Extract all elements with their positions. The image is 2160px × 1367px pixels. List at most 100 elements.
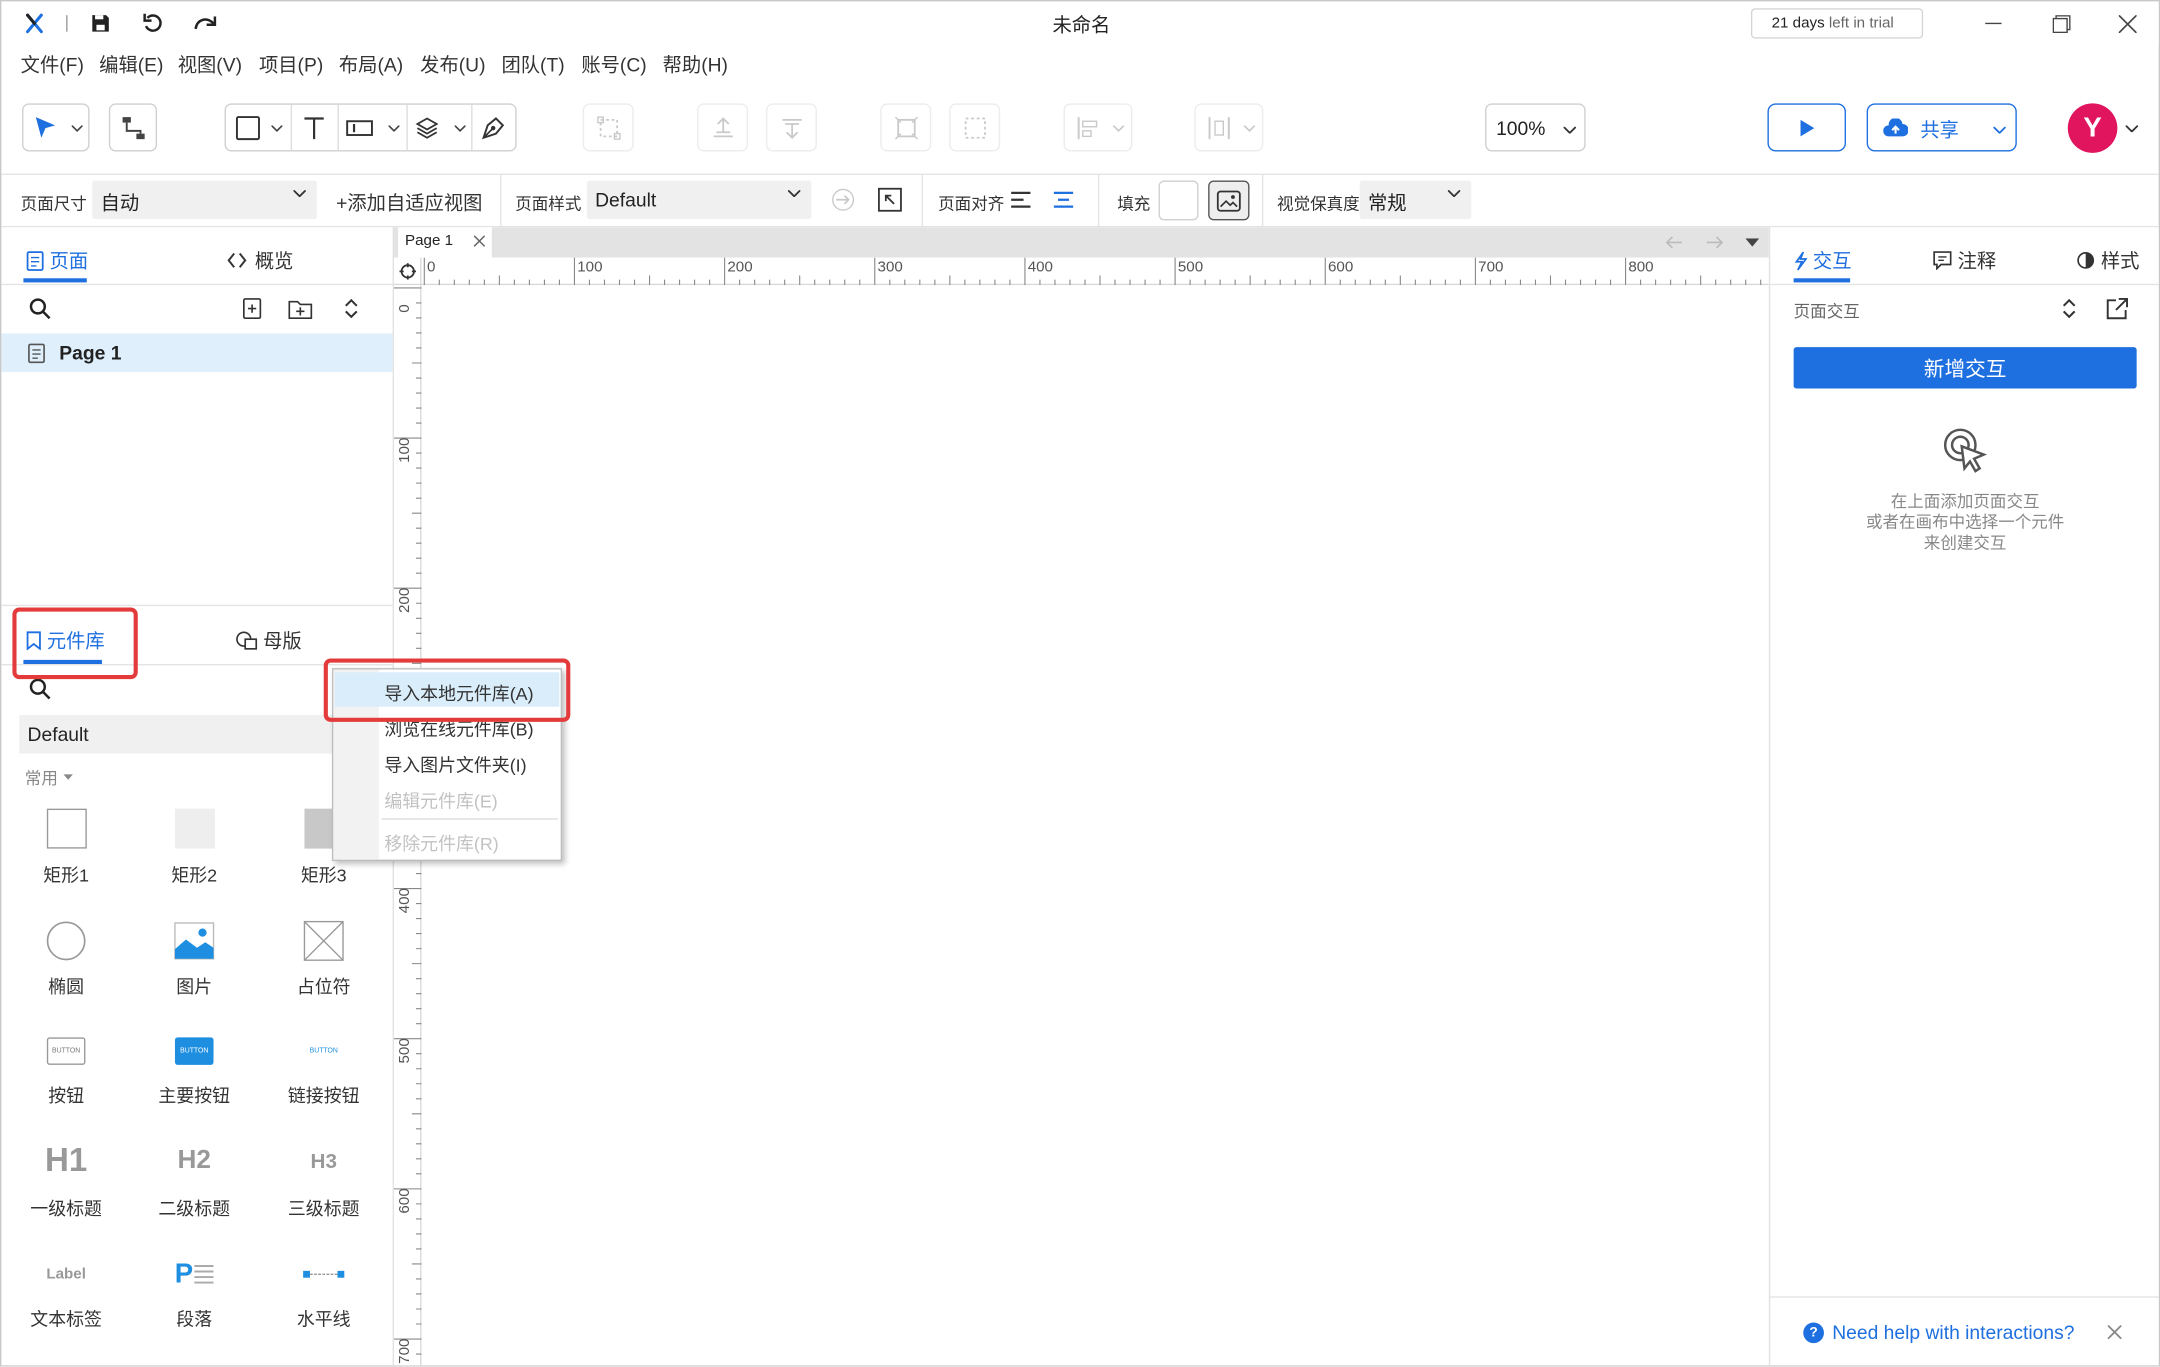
library-select[interactable]: Default (19, 714, 350, 754)
save-icon[interactable] (87, 10, 115, 38)
primary-button-preview: BUTTON (146, 1035, 242, 1068)
layers-icon[interactable] (413, 114, 441, 142)
menu-account[interactable]: 账号(C) (581, 51, 646, 79)
share-button[interactable]: 共享 (1866, 103, 2017, 152)
page-size-select[interactable]: 自动 (92, 180, 317, 220)
widget-heading1[interactable]: H1 一级标题 (18, 1142, 114, 1221)
group-button[interactable] (582, 103, 634, 152)
widget-paragraph[interactable]: P 段落 (146, 1255, 242, 1331)
close-window-icon[interactable] (2113, 10, 2141, 38)
v-ruler-label: 100 (396, 437, 414, 463)
fill-color-swatch[interactable] (1158, 180, 1199, 221)
page-tab[interactable]: Page 1 (398, 227, 492, 258)
new-interaction-button[interactable]: 新增交互 (1793, 347, 2137, 389)
connector-tool-button[interactable] (108, 103, 158, 152)
align-center-icon[interactable] (1050, 186, 1078, 214)
select-tool-button[interactable] (22, 103, 90, 152)
design-canvas[interactable] (421, 285, 1769, 1366)
widget-placeholder[interactable]: 占位符 (276, 919, 372, 999)
rectangle-icon[interactable] (234, 114, 262, 142)
fill-image-button[interactable] (1208, 180, 1250, 221)
align-button[interactable] (1063, 103, 1133, 152)
menu-import-image-folder[interactable]: 导入图片文件夹(I) (384, 751, 526, 777)
menu-publish[interactable]: 发布(U) (420, 51, 485, 79)
add-folder-icon[interactable] (287, 295, 315, 323)
chevron-down-icon[interactable] (453, 121, 467, 135)
widget-button[interactable]: BUTTON 按钮 (18, 1035, 114, 1108)
bring-front-button[interactable] (697, 103, 749, 152)
tab-outline[interactable]: 概览 (227, 247, 293, 275)
expand-collapse-icon[interactable] (2057, 295, 2082, 323)
text-tool-icon[interactable] (300, 114, 328, 142)
undo-icon[interactable] (139, 10, 167, 38)
apply-style-icon[interactable] (829, 186, 857, 214)
menu-layout[interactable]: 布局(A) (339, 51, 403, 79)
widget-link-button[interactable]: BUTTON 链接按钮 (276, 1035, 372, 1108)
widget-rectangle2[interactable]: 矩形2 (146, 808, 242, 888)
tab-masters-label: 母版 (263, 629, 302, 652)
distribute-button[interactable] (880, 103, 932, 152)
help-link[interactable]: ? Need help with interactions? (1803, 1321, 2075, 1343)
trial-badge[interactable]: 21 days left in trial (1750, 8, 1924, 39)
preview-button[interactable] (1767, 103, 1846, 152)
widget-heading3[interactable]: H3 三级标题 (276, 1142, 372, 1221)
page-list-item[interactable]: Page 1 (1, 333, 393, 372)
primary-button-glyph: BUTTON (174, 1037, 214, 1065)
menu-file[interactable]: 文件(F) (21, 51, 84, 79)
page-tab-label: Page 1 (405, 232, 454, 250)
widget-image[interactable]: 图片 (146, 919, 242, 999)
widget-rectangle1[interactable]: 矩形1 (18, 808, 114, 888)
minimize-icon[interactable] (1980, 10, 2008, 38)
tab-interactions[interactable]: 交互 (1794, 247, 1851, 275)
arrow-right-icon[interactable] (1703, 233, 1725, 252)
add-page-icon[interactable] (238, 295, 266, 323)
open-external-icon[interactable] (2104, 295, 2132, 323)
menu-project[interactable]: 项目(P) (259, 51, 323, 79)
restore-icon[interactable] (2047, 10, 2075, 38)
expand-collapse-icon[interactable] (338, 295, 366, 323)
link-button-glyph: BUTTON (309, 1046, 338, 1056)
arrow-left-icon[interactable] (1663, 233, 1685, 252)
widget-horizontal-line[interactable]: 水平线 (276, 1255, 372, 1331)
page-style-select[interactable]: Default (586, 180, 812, 220)
align-left-icon[interactable] (1007, 186, 1035, 214)
zoom-select[interactable]: 100% (1485, 103, 1586, 152)
tab-style[interactable]: 样式 (2076, 247, 2139, 275)
menu-edit[interactable]: 编辑(E) (99, 51, 163, 79)
ungroup-button[interactable] (949, 103, 1001, 152)
style-manager-icon[interactable] (876, 186, 904, 214)
widget-primary-button[interactable]: BUTTON 主要按钮 (146, 1035, 242, 1108)
fill-label: 填充 (1117, 194, 1151, 214)
chevron-down-icon[interactable] (2123, 121, 2140, 135)
avatar[interactable]: Y (2067, 103, 2118, 153)
widget-text-label[interactable]: Label 文本标签 (18, 1255, 114, 1331)
send-back-button[interactable] (765, 103, 817, 152)
tab-notes[interactable]: 注释 (1933, 247, 1996, 275)
input-tool-icon[interactable] (346, 114, 374, 142)
ruler-corner-icon[interactable] (393, 257, 422, 286)
widget-ellipse[interactable]: 椭圆 (18, 919, 114, 999)
app-logo-icon (21, 10, 49, 38)
chevron-down-icon (787, 190, 801, 197)
tab-pages[interactable]: 页面 (26, 247, 88, 275)
pen-tool-icon[interactable] (479, 114, 507, 142)
pointer-icon (32, 114, 60, 142)
tab-masters[interactable]: 母版 (236, 627, 302, 655)
tab-menu-icon[interactable] (1741, 234, 1763, 251)
close-help-icon[interactable] (2105, 1322, 2124, 1341)
widget-heading2[interactable]: H2 二级标题 (146, 1142, 242, 1221)
close-tab-icon[interactable] (473, 235, 485, 247)
chevron-down-icon[interactable] (387, 121, 401, 135)
add-adaptive-view-button[interactable]: +添加自适应视图 (336, 189, 482, 217)
menu-view[interactable]: 视图(V) (178, 51, 242, 79)
redo-icon[interactable] (191, 10, 219, 38)
empty-state-hint: 在上面添加页面交互 或者在画布中选择一个元件 来创建交互 (1770, 492, 2158, 554)
search-icon[interactable] (26, 295, 54, 323)
menu-help[interactable]: 帮助(H) (663, 51, 728, 79)
distribute-spacing-button[interactable] (1194, 103, 1264, 152)
ellipse-icon (18, 919, 114, 962)
fidelity-select[interactable]: 常规 (1359, 180, 1472, 220)
chevron-down-icon[interactable] (270, 121, 284, 135)
category-toggle[interactable]: 常用 (25, 766, 74, 789)
menu-team[interactable]: 团队(T) (501, 51, 564, 79)
